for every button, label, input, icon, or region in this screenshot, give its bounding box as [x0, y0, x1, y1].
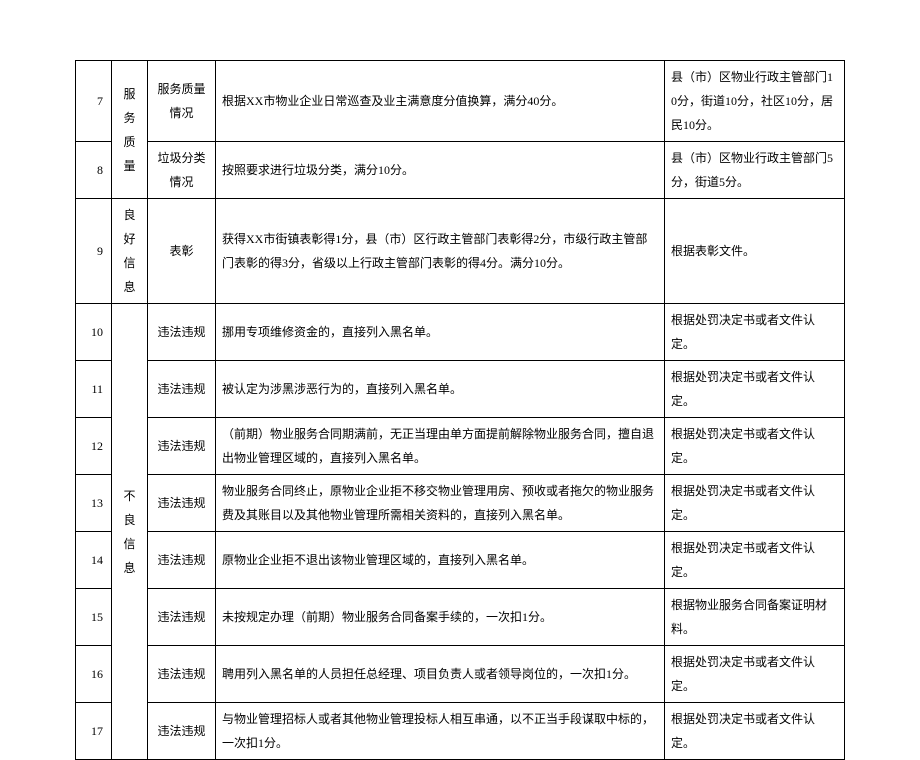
table-row: 15 违法违规 未按规定办理（前期）物业服务合同备案手续的，一次扣1分。 根据物… [76, 589, 845, 646]
row-index: 11 [76, 361, 112, 418]
table-row: 8 垃圾分类 情况 按照要求进行垃圾分类，满分10分。 县（市）区物业行政主管部… [76, 142, 845, 199]
table-row: 9 良好 信息 表彰 获得XX市街镇表彰得1分，县（市）区行政主管部门表彰得2分… [76, 199, 845, 304]
category-cell: 不良 信息 [112, 304, 148, 760]
row-index: 12 [76, 418, 112, 475]
category-line: 信息 [118, 532, 141, 580]
note-cell: 根据处罚决定书或者文件认定。 [665, 646, 845, 703]
category-line: 信息 [118, 251, 141, 299]
row-index: 13 [76, 475, 112, 532]
table-row: 7 服务 质量 服务质量 情况 根据XX市物业企业日常巡查及业主满意度分值换算，… [76, 61, 845, 142]
desc-cell: 获得XX市街镇表彰得1分，县（市）区行政主管部门表彰得2分，市级行政主管部门表彰… [216, 199, 665, 304]
table-row: 12 违法违规 （前期）物业服务合同期满前，无正当理由单方面提前解除物业服务合同… [76, 418, 845, 475]
row-index: 14 [76, 532, 112, 589]
category-line: 服务 [118, 82, 141, 130]
category-cell: 良好 信息 [112, 199, 148, 304]
category-line: 良好 [118, 203, 141, 251]
row-index: 17 [76, 703, 112, 760]
desc-cell: 被认定为涉黑涉恶行为的，直接列入黑名单。 [216, 361, 665, 418]
item-cell: 垃圾分类 情况 [148, 142, 216, 199]
note-cell: 根据处罚决定书或者文件认定。 [665, 703, 845, 760]
item-cell: 违法违规 [148, 703, 216, 760]
desc-cell: 与物业管理招标人或者其他物业管理投标人相互串通，以不正当手段谋取中标的，一次扣1… [216, 703, 665, 760]
desc-cell: 聘用列入黑名单的人员担任总经理、项目负责人或者领导岗位的，一次扣1分。 [216, 646, 665, 703]
table-row: 10 不良 信息 违法违规 挪用专项维修资金的，直接列入黑名单。 根据处罚决定书… [76, 304, 845, 361]
row-index: 15 [76, 589, 112, 646]
item-cell: 违法违规 [148, 304, 216, 361]
note-cell: 根据处罚决定书或者文件认定。 [665, 304, 845, 361]
note-cell: 根据物业服务合同备案证明材料。 [665, 589, 845, 646]
row-index: 9 [76, 199, 112, 304]
item-cell: 违法违规 [148, 475, 216, 532]
evaluation-table: 7 服务 质量 服务质量 情况 根据XX市物业企业日常巡查及业主满意度分值换算，… [75, 60, 845, 760]
category-line: 不良 [118, 484, 141, 532]
table-row: 13 违法违规 物业服务合同终止，原物业企业拒不移交物业管理用房、预收或者拖欠的… [76, 475, 845, 532]
table-row: 17 违法违规 与物业管理招标人或者其他物业管理投标人相互串通，以不正当手段谋取… [76, 703, 845, 760]
note-cell: 县（市）区物业行政主管部门5分，街道5分。 [665, 142, 845, 199]
table-row: 11 违法违规 被认定为涉黑涉恶行为的，直接列入黑名单。 根据处罚决定书或者文件… [76, 361, 845, 418]
item-line: 垃圾分类 [154, 146, 209, 170]
category-cell: 服务 质量 [112, 61, 148, 199]
item-cell: 服务质量 情况 [148, 61, 216, 142]
item-line: 情况 [154, 170, 209, 194]
note-cell: 根据处罚决定书或者文件认定。 [665, 361, 845, 418]
item-cell: 违法违规 [148, 589, 216, 646]
desc-cell: （前期）物业服务合同期满前，无正当理由单方面提前解除物业服务合同，擅自退出物业管… [216, 418, 665, 475]
item-line: 情况 [154, 101, 209, 125]
item-line: 服务质量 [154, 77, 209, 101]
desc-cell: 物业服务合同终止，原物业企业拒不移交物业管理用房、预收或者拖欠的物业服务费及其账… [216, 475, 665, 532]
note-cell: 根据表彰文件。 [665, 199, 845, 304]
row-index: 7 [76, 61, 112, 142]
table-row: 14 违法违规 原物业企业拒不退出该物业管理区域的，直接列入黑名单。 根据处罚决… [76, 532, 845, 589]
desc-cell: 按照要求进行垃圾分类，满分10分。 [216, 142, 665, 199]
item-cell: 表彰 [148, 199, 216, 304]
desc-cell: 根据XX市物业企业日常巡查及业主满意度分值换算，满分40分。 [216, 61, 665, 142]
row-index: 16 [76, 646, 112, 703]
category-line: 质量 [118, 130, 141, 178]
desc-cell: 未按规定办理（前期）物业服务合同备案手续的，一次扣1分。 [216, 589, 665, 646]
note-cell: 根据处罚决定书或者文件认定。 [665, 418, 845, 475]
table-row: 16 违法违规 聘用列入黑名单的人员担任总经理、项目负责人或者领导岗位的，一次扣… [76, 646, 845, 703]
note-cell: 根据处罚决定书或者文件认定。 [665, 475, 845, 532]
desc-cell: 挪用专项维修资金的，直接列入黑名单。 [216, 304, 665, 361]
item-cell: 违法违规 [148, 646, 216, 703]
item-cell: 违法违规 [148, 361, 216, 418]
desc-cell: 原物业企业拒不退出该物业管理区域的，直接列入黑名单。 [216, 532, 665, 589]
row-index: 10 [76, 304, 112, 361]
row-index: 8 [76, 142, 112, 199]
item-cell: 违法违规 [148, 532, 216, 589]
note-cell: 县（市）区物业行政主管部门10分，街道10分，社区10分，居民10分。 [665, 61, 845, 142]
item-cell: 违法违规 [148, 418, 216, 475]
note-cell: 根据处罚决定书或者文件认定。 [665, 532, 845, 589]
